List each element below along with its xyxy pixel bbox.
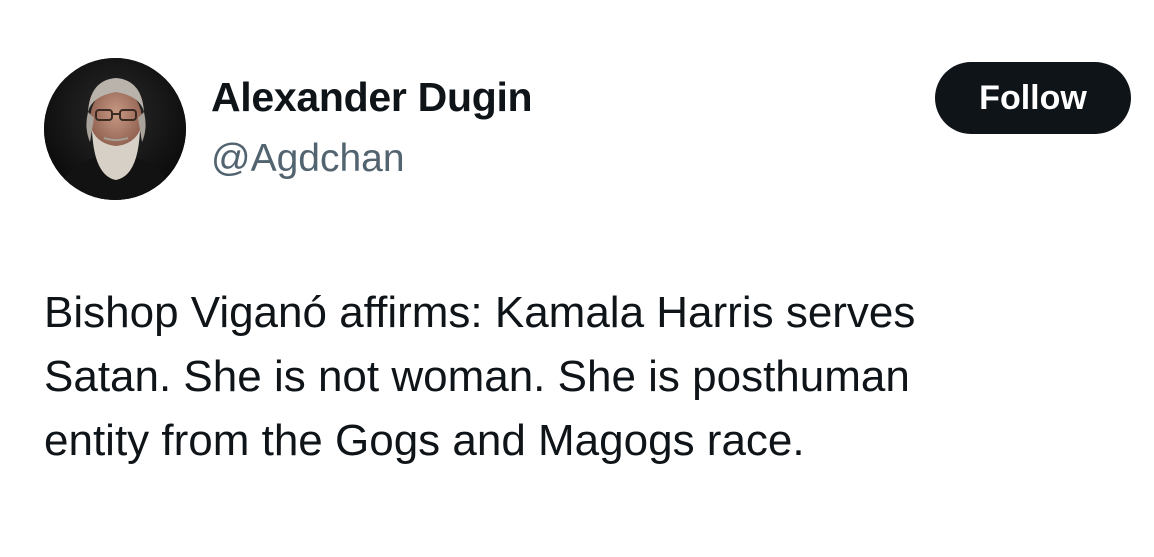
author-display-name[interactable]: Alexander Dugin bbox=[211, 74, 533, 121]
tweet-card: Alexander Dugin @Agdchan Follow Bishop V… bbox=[0, 0, 1154, 557]
avatar-portrait-icon bbox=[44, 58, 186, 200]
author-avatar[interactable] bbox=[44, 58, 186, 200]
tweet-text-line: Bishop Viganó affirms: Kamala Harris ser… bbox=[44, 288, 916, 337]
tweet-text-line: Satan. She is not woman. She is posthuma… bbox=[44, 352, 910, 401]
tweet-text-line: entity from the Gogs and Magogs race. bbox=[44, 416, 805, 465]
tweet-text: Bishop Viganó affirms: Kamala Harris ser… bbox=[44, 281, 1134, 473]
follow-button[interactable]: Follow bbox=[935, 62, 1131, 134]
author-handle[interactable]: @Agdchan bbox=[211, 137, 405, 181]
